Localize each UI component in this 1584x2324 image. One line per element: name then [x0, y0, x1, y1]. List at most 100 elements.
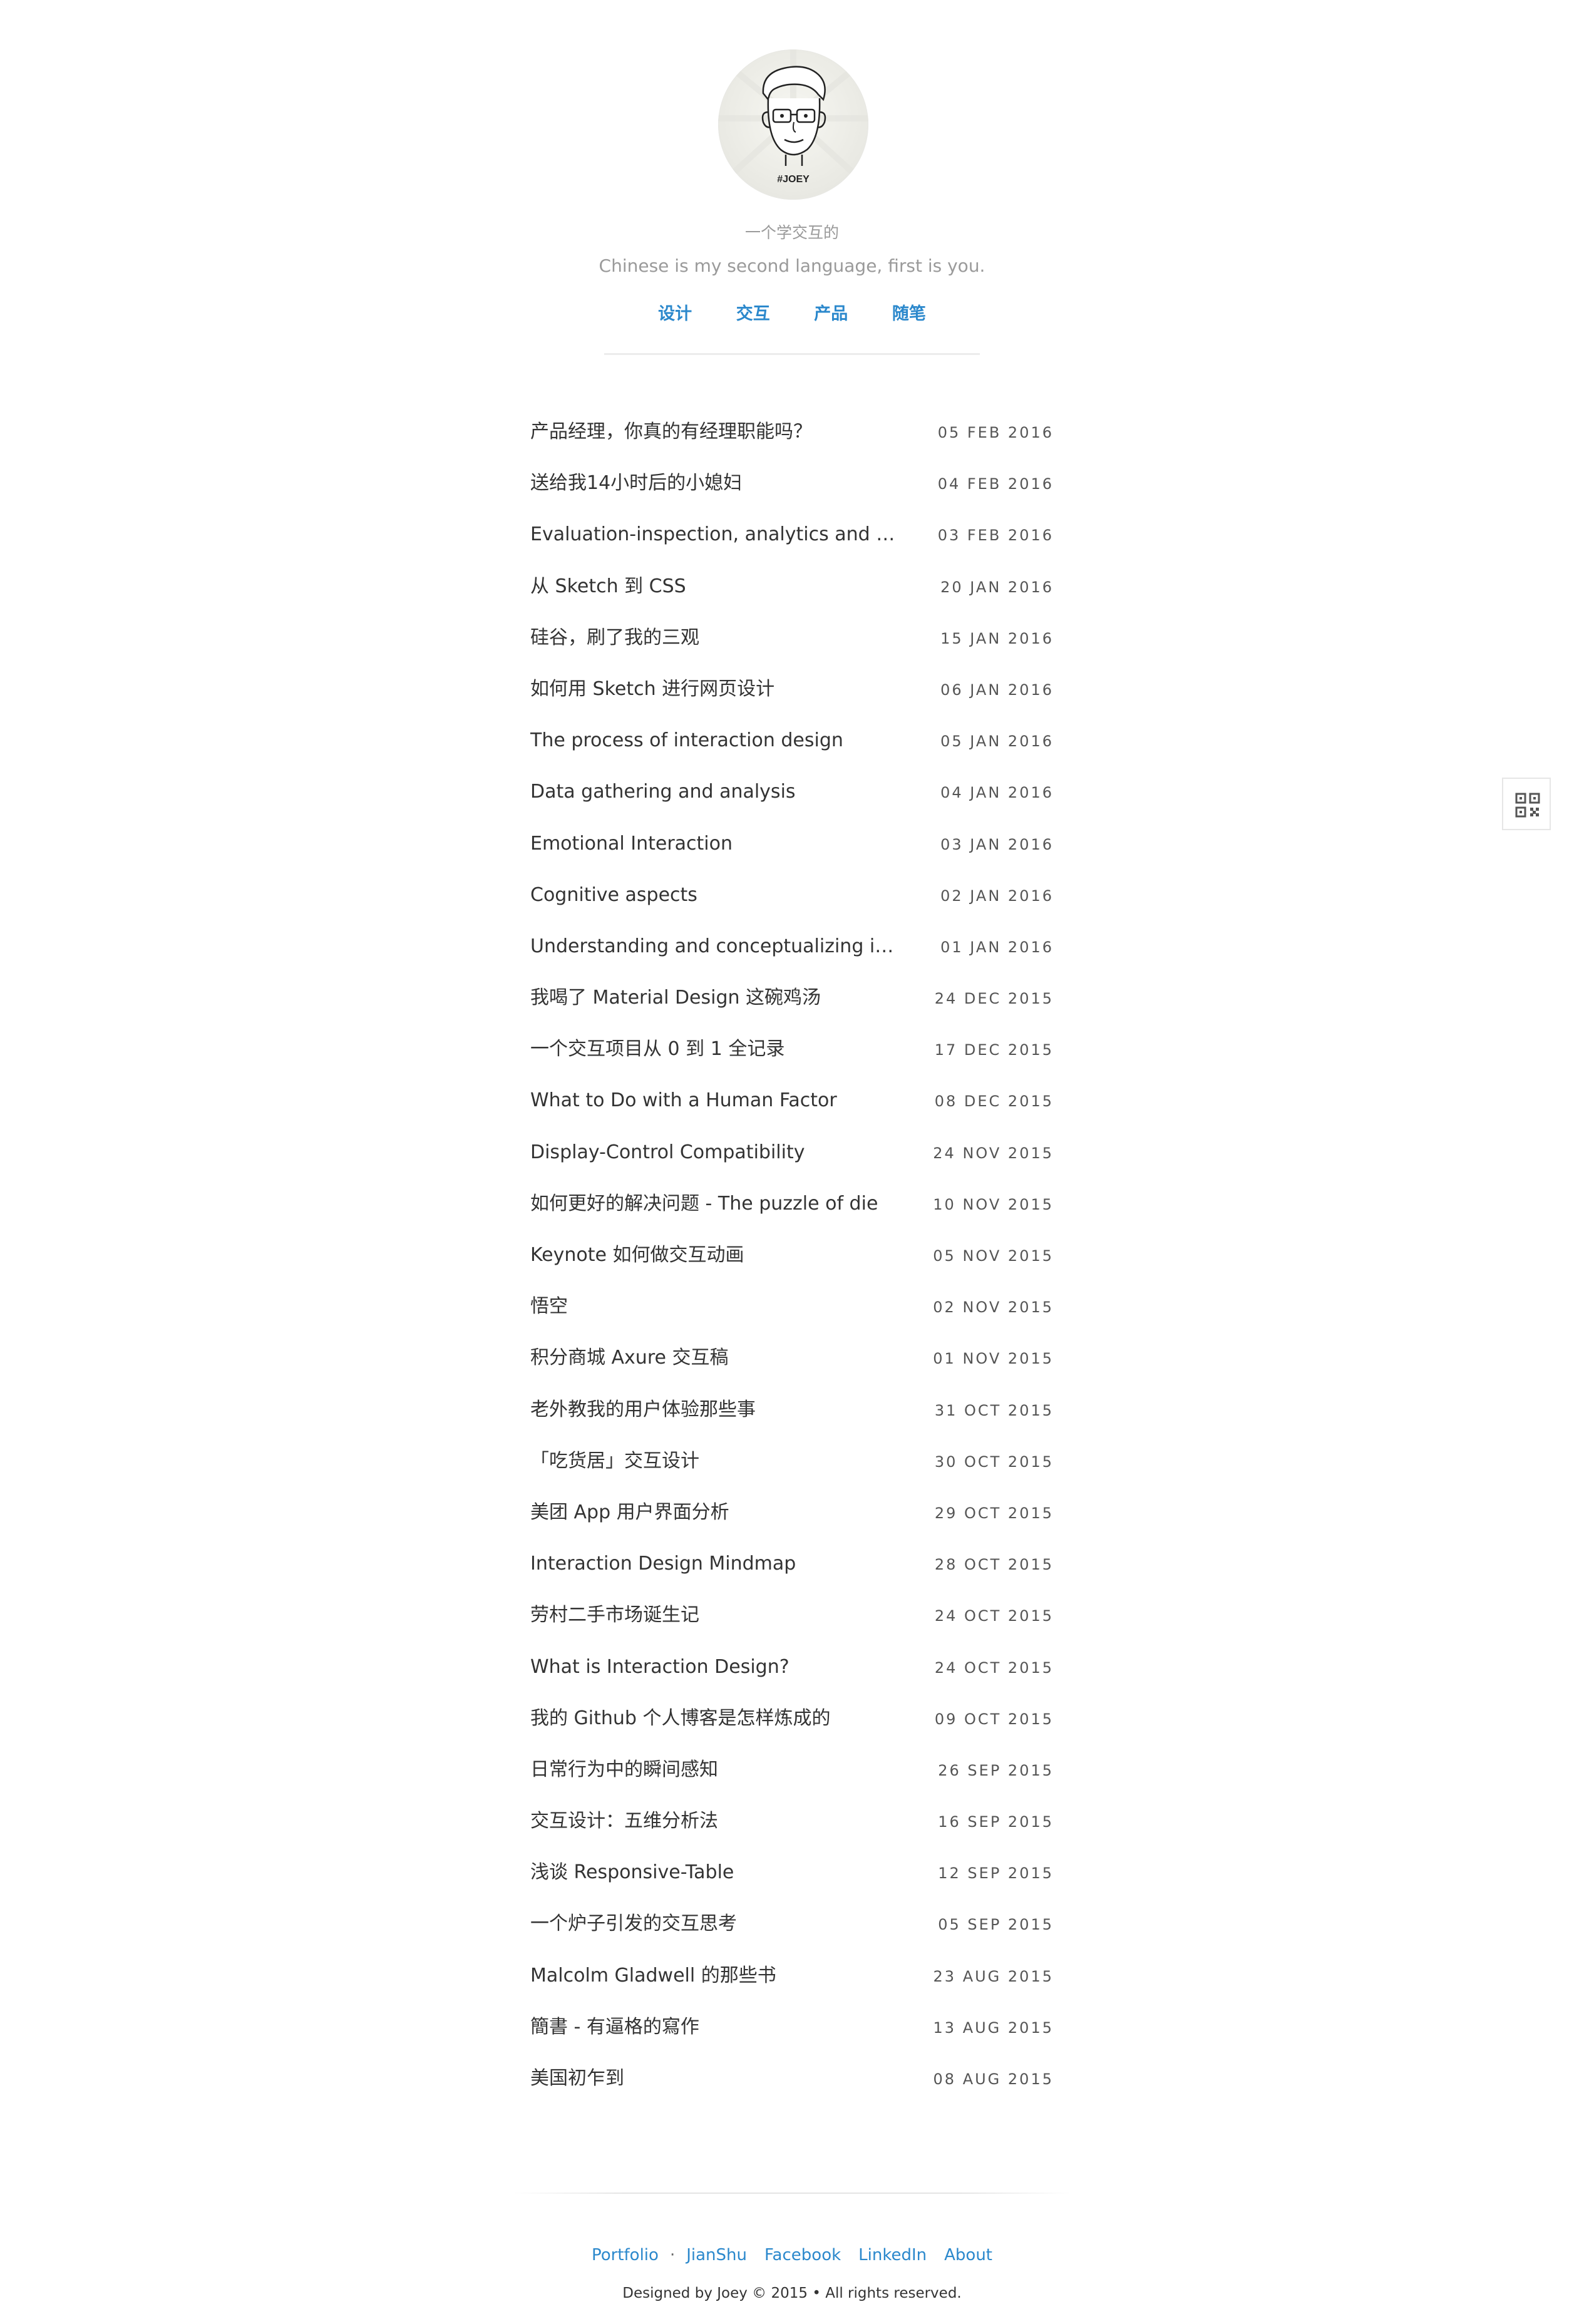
- post-title[interactable]: Cognitive aspects: [530, 883, 900, 908]
- post-item[interactable]: 积分商城 Axure 交互稿 01 NOV 2015: [530, 1333, 1054, 1384]
- avatar-illustration: #JOEY: [718, 49, 868, 185]
- post-item[interactable]: 从 Sketch 到 CSS 20 JAN 2016: [530, 562, 1054, 613]
- site-tagline: Chinese is my second language, first is …: [599, 255, 985, 276]
- post-date: 06 JAN 2016: [940, 681, 1054, 699]
- post-title[interactable]: 如何更好的解决问题 - The puzzle of die: [530, 1191, 900, 1216]
- post-item[interactable]: 簡書 - 有逼格的寫作 13 AUG 2015: [530, 2002, 1054, 2054]
- post-title[interactable]: 劳村二手市场诞生记: [530, 1603, 900, 1628]
- footer-link-linkedin[interactable]: LinkedIn: [858, 2246, 927, 2265]
- post-item[interactable]: 美团 App 用户界面分析 29 OCT 2015: [530, 1488, 1054, 1539]
- post-title[interactable]: 「吃货居」交互设计: [530, 1449, 900, 1474]
- post-date: 12 SEP 2015: [938, 1864, 1054, 1883]
- post-title[interactable]: 我喝了 Material Design 这碗鸡汤: [530, 985, 900, 1010]
- post-title[interactable]: Interaction Design Mindmap: [530, 1551, 900, 1576]
- post-item[interactable]: Evaluation-inspection, analytics and mod…: [530, 510, 1054, 561]
- post-item[interactable]: Keynote 如何做交互动画 05 NOV 2015: [530, 1230, 1054, 1282]
- nav-item-interaction[interactable]: 交互: [736, 302, 770, 327]
- qr-code-icon: [1515, 793, 1540, 818]
- footer-link-facebook[interactable]: Facebook: [764, 2246, 841, 2265]
- post-item[interactable]: 交互设计：五维分析法 16 SEP 2015: [530, 1796, 1054, 1848]
- post-item[interactable]: Cognitive aspects 02 JAN 2016: [530, 870, 1054, 922]
- qr-code-button[interactable]: [1502, 778, 1551, 830]
- post-item[interactable]: 一个炉子引发的交互思考 05 SEP 2015: [530, 1899, 1054, 1950]
- footer-separator: ·: [669, 2246, 676, 2265]
- post-title[interactable]: 硅谷，刷了我的三观: [530, 625, 900, 650]
- post-title[interactable]: 日常行为中的瞬间感知: [530, 1757, 900, 1782]
- post-item[interactable]: 悟空 02 NOV 2015: [530, 1282, 1054, 1333]
- post-item[interactable]: What is Interaction Design? 24 OCT 2015: [530, 1642, 1054, 1694]
- post-item[interactable]: 如何更好的解决问题 - The puzzle of die 10 NOV 2015: [530, 1179, 1054, 1230]
- post-title[interactable]: What is Interaction Design?: [530, 1655, 900, 1680]
- nav-item-essays[interactable]: 随笔: [892, 302, 926, 327]
- post-item[interactable]: 浅谈 Responsive-Table 12 SEP 2015: [530, 1848, 1054, 1899]
- post-date: 05 NOV 2015: [933, 1247, 1054, 1265]
- post-title[interactable]: Emotional Interaction: [530, 831, 900, 856]
- avatar[interactable]: #JOEY: [718, 49, 868, 200]
- post-item[interactable]: 老外教我的用户体验那些事 31 OCT 2015: [530, 1385, 1054, 1436]
- post-item[interactable]: 如何用 Sketch 进行网页设计 06 JAN 2016: [530, 664, 1054, 716]
- post-title[interactable]: 我的 Github 个人博客是怎样炼成的: [530, 1706, 900, 1731]
- post-title[interactable]: 老外教我的用户体验那些事: [530, 1397, 900, 1422]
- post-title[interactable]: 从 Sketch 到 CSS: [530, 574, 900, 599]
- svg-text:#JOEY: #JOEY: [777, 174, 810, 185]
- post-title[interactable]: 浅谈 Responsive-Table: [530, 1860, 900, 1885]
- post-title[interactable]: 交互设计：五维分析法: [530, 1809, 900, 1834]
- post-item[interactable]: 日常行为中的瞬间感知 26 SEP 2015: [530, 1745, 1054, 1796]
- site-subtitle-chinese: 一个学交互的: [744, 224, 839, 242]
- category-nav: 设计 交互 产品 随笔: [0, 302, 1584, 327]
- post-title[interactable]: What to Do with a Human Factor: [530, 1088, 900, 1113]
- footer-link-jianshu[interactable]: JianShu: [686, 2246, 747, 2265]
- post-item[interactable]: 我喝了 Material Design 这碗鸡汤 24 DEC 2015: [530, 973, 1054, 1024]
- post-item[interactable]: Display-Control Compatibility 24 NOV 2015: [530, 1128, 1054, 1179]
- post-item[interactable]: Emotional Interaction 03 JAN 2016: [530, 819, 1054, 870]
- copyright-text: Designed by Joey © 2015 • All rights res…: [622, 2285, 962, 2301]
- post-date: 30 OCT 2015: [934, 1452, 1054, 1471]
- post-date: 24 OCT 2015: [934, 1607, 1054, 1625]
- post-item[interactable]: 「吃货居」交互设计 30 OCT 2015: [530, 1436, 1054, 1488]
- page: #JOEY 一个学交互的 Chinese is my second langua…: [0, 0, 1584, 2324]
- post-item[interactable]: 我的 Github 个人博客是怎样炼成的 09 OCT 2015: [530, 1694, 1054, 1745]
- post-date: 20 JAN 2016: [940, 578, 1054, 596]
- post-item[interactable]: Malcolm Gladwell 的那些书 23 AUG 2015: [530, 1951, 1054, 2002]
- post-title[interactable]: Display-Control Compatibility: [530, 1140, 900, 1165]
- post-title[interactable]: The process of interaction design: [530, 728, 900, 753]
- post-date: 04 JAN 2016: [940, 784, 1054, 802]
- post-title[interactable]: 美团 App 用户界面分析: [530, 1500, 900, 1525]
- post-title[interactable]: Understanding and conceptualizing intera…: [530, 934, 900, 959]
- post-item[interactable]: 送给我14小时后的小媳妇 04 FEB 2016: [530, 458, 1054, 510]
- post-date: 24 NOV 2015: [933, 1144, 1054, 1162]
- post-title[interactable]: 一个炉子引发的交互思考: [530, 1911, 900, 1936]
- post-item[interactable]: 硅谷，刷了我的三观 15 JAN 2016: [530, 613, 1054, 664]
- post-title[interactable]: 产品经理，你真的有经理职能吗？: [530, 419, 900, 445]
- post-item[interactable]: Understanding and conceptualizing intera…: [530, 922, 1054, 973]
- post-title[interactable]: 一个交互项目从 0 到 1 全记录: [530, 1037, 900, 1062]
- post-item[interactable]: Interaction Design Mindmap 28 OCT 2015: [530, 1539, 1054, 1590]
- post-title[interactable]: 悟空: [530, 1294, 900, 1319]
- post-item[interactable]: 美国初乍到 08 AUG 2015: [530, 2054, 1054, 2105]
- post-title[interactable]: 送给我14小时后的小媳妇: [530, 471, 900, 496]
- post-title[interactable]: 如何用 Sketch 进行网页设计: [530, 677, 900, 702]
- post-title[interactable]: Malcolm Gladwell 的那些书: [530, 1963, 900, 1988]
- post-title[interactable]: 积分商城 Axure 交互稿: [530, 1345, 900, 1370]
- post-date: 13 AUG 2015: [933, 2018, 1054, 2037]
- post-item[interactable]: 一个交互项目从 0 到 1 全记录 17 DEC 2015: [530, 1024, 1054, 1076]
- nav-item-design[interactable]: 设计: [658, 302, 692, 327]
- footer-link-about[interactable]: About: [944, 2246, 992, 2265]
- post-item[interactable]: 产品经理，你真的有经理职能吗？ 05 FEB 2016: [530, 407, 1054, 458]
- post-date: 05 JAN 2016: [940, 733, 1054, 751]
- post-date: 10 NOV 2015: [933, 1195, 1054, 1213]
- footer-link-portfolio[interactable]: Portfolio: [592, 2246, 659, 2265]
- nav-item-product[interactable]: 产品: [814, 302, 848, 327]
- post-item[interactable]: 劳村二手市场诞生记 24 OCT 2015: [530, 1590, 1054, 1642]
- post-title[interactable]: Evaluation-inspection, analytics and mod…: [530, 522, 900, 547]
- post-item[interactable]: What to Do with a Human Factor 08 DEC 201…: [530, 1076, 1054, 1127]
- post-title[interactable]: Keynote 如何做交互动画: [530, 1243, 900, 1268]
- post-title[interactable]: 簡書 - 有逼格的寫作: [530, 2015, 900, 2040]
- post-item[interactable]: The process of interaction design 05 JAN …: [530, 716, 1054, 767]
- post-date: 31 OCT 2015: [934, 1401, 1054, 1419]
- post-title[interactable]: 美国初乍到: [530, 2066, 900, 2091]
- post-item[interactable]: Data gathering and analysis 04 JAN 2016: [530, 767, 1054, 818]
- post-date: 05 FEB 2016: [937, 424, 1054, 441]
- post-date: 08 DEC 2015: [934, 1093, 1054, 1111]
- post-title[interactable]: Data gathering and analysis: [530, 779, 900, 805]
